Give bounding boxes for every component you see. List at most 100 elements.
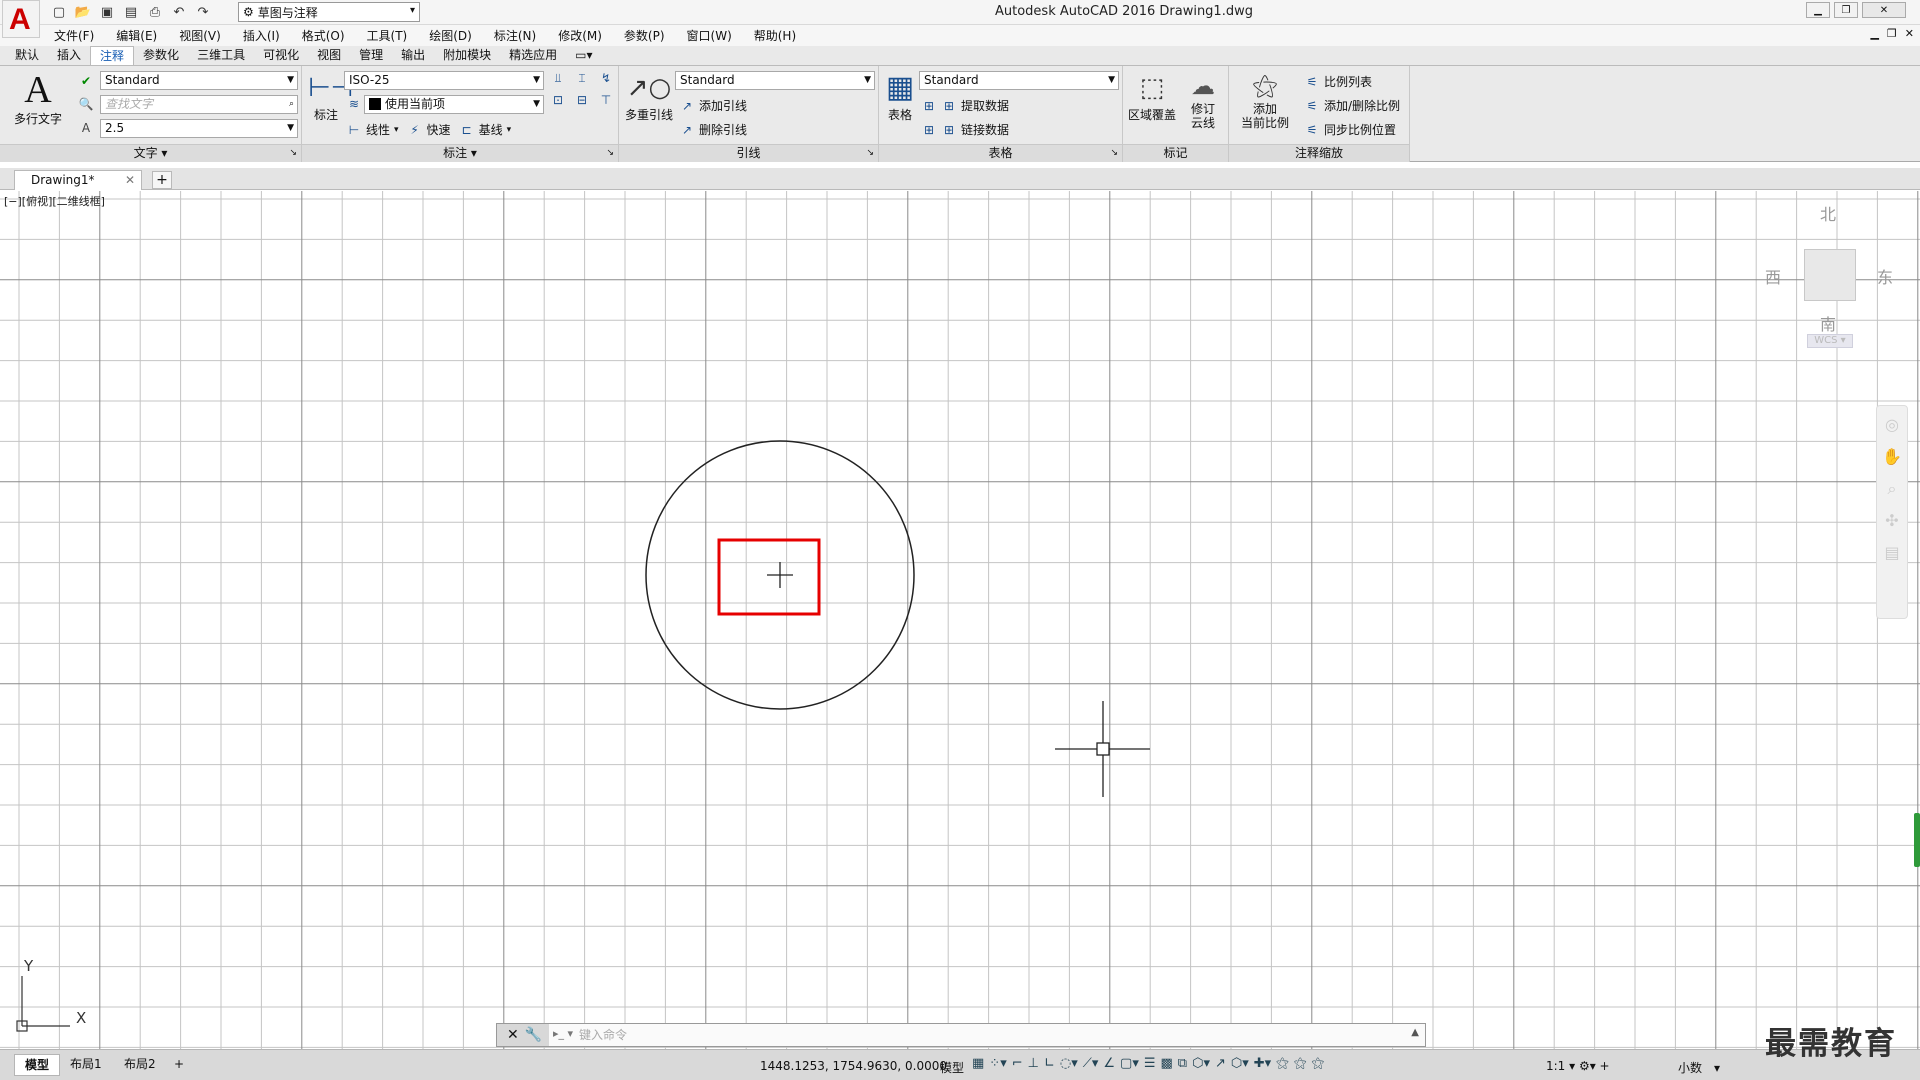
extract-data-button[interactable]: 提取数据: [961, 97, 1009, 114]
model-space-toggle[interactable]: 模型: [940, 1059, 964, 1076]
workspace-switcher[interactable]: ⚙ 草图与注释 ▾: [238, 2, 420, 22]
showmotion-icon[interactable]: ▤: [1877, 540, 1907, 566]
viewport-controls[interactable]: [−][俯视][二维线框]: [4, 193, 105, 209]
linear-dim-icon[interactable]: ⊢: [346, 122, 362, 138]
inspect-dim-icon[interactable]: ⊡: [550, 92, 566, 108]
add-leader-button[interactable]: 添加引线: [699, 97, 747, 114]
tab-view[interactable]: 视图: [308, 46, 350, 65]
menu-format[interactable]: 格式(O): [302, 27, 345, 44]
gizmo-icon[interactable]: ✚▾: [1254, 1056, 1271, 1071]
viewcube[interactable]: 北 西 东 南 WCS ▾: [1755, 201, 1905, 371]
doc-close-icon[interactable]: ✕: [1905, 27, 1914, 40]
snap-toggle-icon[interactable]: ⁘▾: [989, 1056, 1006, 1071]
open-file-icon[interactable]: 📂: [74, 4, 92, 22]
scale-list-row[interactable]: ⚟ 比例列表: [1304, 73, 1372, 90]
menu-file[interactable]: 文件(F): [54, 27, 94, 44]
linear-dim-button[interactable]: 线性: [366, 121, 390, 138]
command-input[interactable]: [579, 1026, 1379, 1044]
undo-icon[interactable]: ↶: [170, 4, 188, 22]
application-menu-button[interactable]: A: [2, 0, 40, 38]
dialog-launcher-icon[interactable]: ↘: [289, 145, 297, 162]
menu-view[interactable]: 视图(V): [179, 27, 221, 44]
lineweight-icon[interactable]: ☰: [1144, 1056, 1156, 1071]
menu-insert[interactable]: 插入(I): [243, 27, 280, 44]
ortho-icon[interactable]: ∟: [1044, 1056, 1055, 1071]
units-display[interactable]: 小数 ▾: [1678, 1059, 1720, 1076]
close-tab-icon[interactable]: ✕: [125, 171, 135, 190]
find-text-input[interactable]: 查找文字 ⌕: [100, 95, 298, 114]
menu-edit[interactable]: 编辑(E): [116, 27, 157, 44]
ribbon-minimize-icon[interactable]: ▭▾: [566, 46, 601, 65]
multiline-text-button[interactable]: A 多行文字: [10, 70, 66, 127]
dim-layer-select[interactable]: 使用当前项 ▼: [364, 95, 544, 114]
add-delete-scale-button[interactable]: 添加/删除比例: [1324, 97, 1400, 114]
link-data-button[interactable]: 链接数据: [961, 121, 1009, 138]
chevron-down-icon[interactable]: ▾: [507, 125, 512, 135]
link-data-row[interactable]: ⊞ ⊞ 链接数据: [921, 121, 1009, 138]
menu-window[interactable]: 窗口(W): [687, 27, 732, 44]
menu-modify[interactable]: 修改(M): [558, 27, 602, 44]
extract-data-row[interactable]: ⊞ ⊞ 提取数据: [921, 97, 1009, 114]
dynamic-ucs-icon[interactable]: ↗: [1215, 1056, 1226, 1071]
close-button[interactable]: ✕: [1862, 2, 1906, 18]
minimize-button[interactable]: ▁: [1806, 2, 1830, 18]
tab-annotate[interactable]: 注释: [90, 46, 135, 65]
tab-default[interactable]: 默认: [6, 46, 48, 65]
menu-draw[interactable]: 绘图(D): [429, 27, 472, 44]
auto-scale-icon[interactable]: ⚝: [1294, 1056, 1307, 1071]
leader-panel-footer[interactable]: 引线 ↘: [619, 144, 878, 162]
dim-jog-icon[interactable]: ↯: [598, 70, 614, 86]
polar-tracking-icon[interactable]: ◌▾: [1060, 1056, 1078, 1071]
dim-style-select[interactable]: ISO-25 ▼: [344, 71, 544, 90]
scale-list-button[interactable]: 比例列表: [1324, 73, 1372, 90]
tab-3d-tools[interactable]: 三维工具: [188, 46, 254, 65]
viewcube-west[interactable]: 西: [1765, 264, 1781, 288]
doc-minimize-icon[interactable]: ▁: [1870, 27, 1878, 40]
annotation-scale-icon[interactable]: ⚝: [1311, 1056, 1324, 1071]
pan-icon[interactable]: ✋: [1877, 444, 1907, 470]
sync-scale-button[interactable]: 同步比例位置: [1324, 121, 1396, 138]
text-height-select[interactable]: 2.5 ▼: [100, 119, 298, 138]
selection-filter-icon[interactable]: ⬡▾: [1231, 1056, 1249, 1071]
markup-panel-footer[interactable]: 标记: [1123, 144, 1228, 162]
add-layout-button[interactable]: +: [168, 1054, 190, 1076]
object-snap-icon[interactable]: ▢▾: [1120, 1056, 1139, 1071]
wrench-icon[interactable]: 🔧: [525, 1027, 542, 1043]
print-icon[interactable]: ⎙: [146, 4, 164, 22]
remove-leader-row[interactable]: ↗ 删除引线: [679, 121, 747, 138]
dialog-launcher-icon[interactable]: ↘: [1110, 145, 1118, 162]
tab-manage[interactable]: 管理: [350, 46, 392, 65]
spellcheck-icon[interactable]: ✔: [78, 73, 94, 89]
steering-wheel-icon[interactable]: ◎: [1877, 412, 1907, 438]
text-panel-footer[interactable]: 文字 ▾ ↘: [0, 144, 301, 162]
tab-output[interactable]: 输出: [392, 46, 434, 65]
coordinates-readout[interactable]: 1448.1253, 1754.9630, 0.0000: [760, 1059, 947, 1073]
revcloud-button[interactable]: ☁ 修订 云线: [1181, 70, 1225, 130]
dialog-launcher-icon[interactable]: ↘: [606, 145, 614, 162]
save-icon[interactable]: ▣: [98, 4, 116, 22]
menu-tools[interactable]: 工具(T): [367, 27, 408, 44]
wipeout-button[interactable]: ⬚ 区域覆盖: [1125, 70, 1179, 123]
tab-parametric[interactable]: 参数化: [134, 46, 188, 65]
wcs-menu[interactable]: WCS ▾: [1807, 334, 1853, 348]
tab-layout1[interactable]: 布局1: [60, 1054, 112, 1076]
document-tab[interactable]: Drawing1* ✕: [14, 170, 142, 190]
viewcube-north[interactable]: 北: [1820, 201, 1836, 225]
zoom-icon[interactable]: ⌕: [1877, 476, 1907, 502]
tab-insert[interactable]: 插入: [48, 46, 90, 65]
chevron-down-icon[interactable]: ▾: [394, 125, 399, 135]
grid-toggle-icon[interactable]: ▦: [972, 1056, 984, 1071]
dim-adjust-space-icon[interactable]: ⌶: [574, 70, 590, 86]
menu-parameter[interactable]: 参数(P): [624, 27, 665, 44]
dialog-launcher-icon[interactable]: ↘: [866, 145, 874, 162]
transparency-icon[interactable]: ▩: [1161, 1056, 1173, 1071]
drawing-area[interactable]: [0, 191, 1920, 1049]
new-file-icon[interactable]: ▢: [50, 4, 68, 22]
command-prompt-icon[interactable]: ▸_ ▾: [553, 1027, 573, 1040]
quick-dim-icon[interactable]: ⚡: [407, 122, 423, 138]
find-replace-icon[interactable]: ⌕: [289, 96, 294, 113]
sync-scale-row[interactable]: ⚟ 同步比例位置: [1304, 121, 1396, 138]
viewcube-south[interactable]: 南: [1820, 311, 1836, 335]
chevron-up-icon[interactable]: ▲: [1411, 1027, 1419, 1038]
drawing-canvas[interactable]: Y X [−][俯视][二维线框] 北 西 东 南 WCS ▾ ◎ ✋ ⌕ ✣ …: [0, 191, 1920, 1049]
